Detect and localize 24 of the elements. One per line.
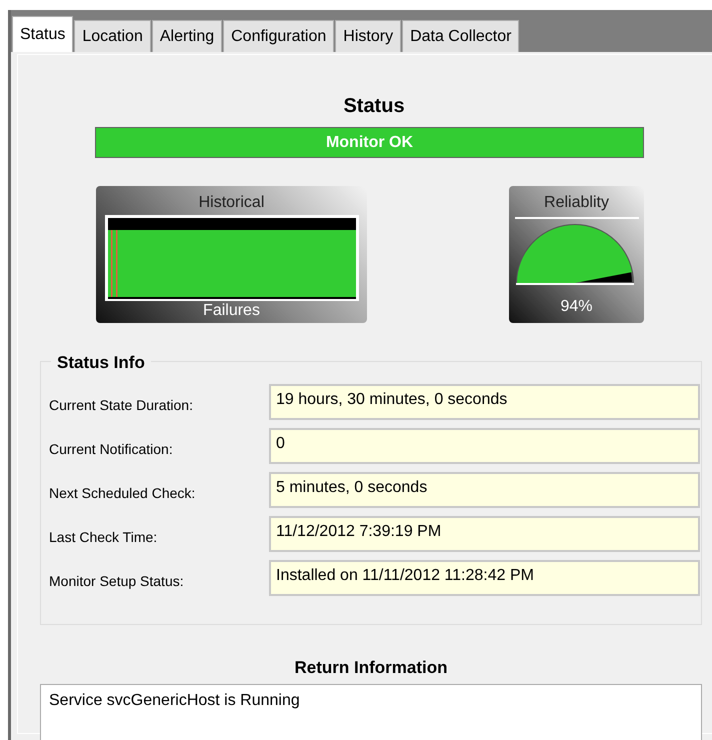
field-label: Monitor Setup Status:	[49, 572, 185, 591]
value-field: 0	[269, 428, 700, 464]
tab[interactable]: Alerting	[152, 20, 222, 52]
status-banner: Monitor OK	[95, 127, 644, 158]
tab[interactable]: Location	[74, 20, 151, 52]
gauge-caption: Failures	[203, 301, 260, 321]
return-text-box: Service svcGenericHost is Running	[40, 684, 702, 740]
gauge-title: Reliablity	[544, 194, 609, 212]
tab[interactable]: History	[335, 20, 402, 52]
field-label: Current State Duration:	[49, 396, 194, 414]
section-title: Return Information	[294, 657, 448, 679]
tab[interactable]: Configuration	[223, 20, 334, 52]
value-field: 5 minutes, 0 seconds	[269, 472, 700, 508]
field-label: Next Scheduled Check:	[49, 484, 196, 502]
tab[interactable]: Data Collector	[402, 20, 520, 52]
value-field: 11/12/2012 7:39:19 PM	[269, 516, 700, 552]
value-field: Installed on 11/11/2012 11:28:42 PM	[269, 560, 700, 596]
value-field: 19 hours, 30 minutes, 0 seconds	[269, 384, 700, 420]
gauge-title: Historical	[198, 194, 264, 212]
field-label: Current Notification:	[49, 440, 174, 458]
status-title: Status	[343, 94, 405, 119]
field-label: Last Check Time:	[49, 528, 158, 546]
tab[interactable]: Status	[12, 16, 74, 52]
reliability-reading: 94%	[560, 297, 593, 317]
